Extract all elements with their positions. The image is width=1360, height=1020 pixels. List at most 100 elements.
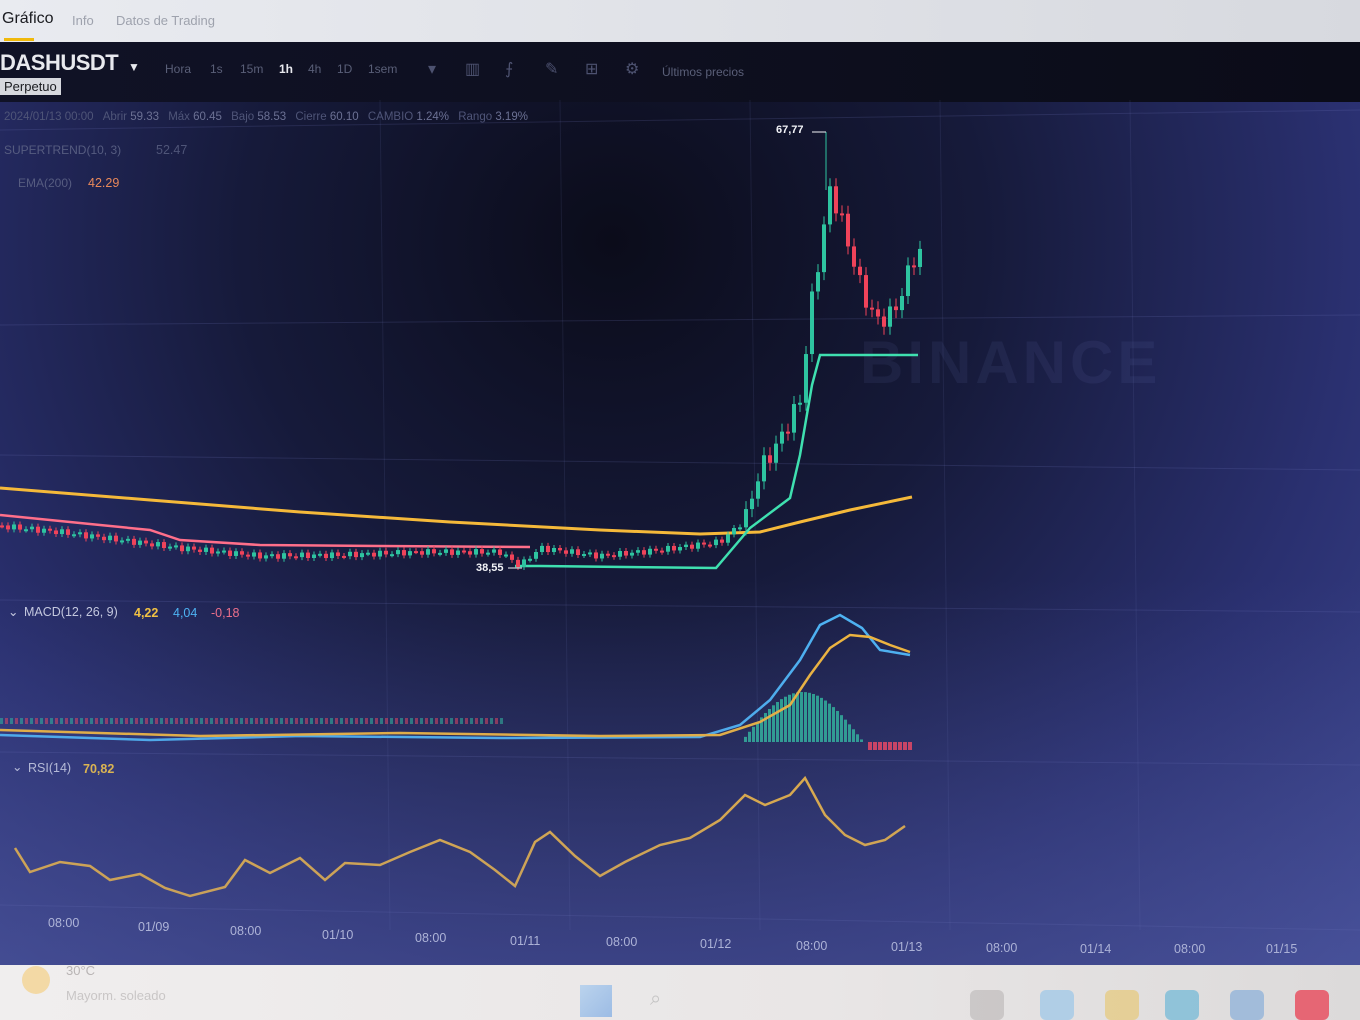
candle-body bbox=[504, 554, 508, 557]
macd-histogram-bar bbox=[490, 718, 493, 724]
time-axis-label: 08:00 bbox=[1174, 942, 1206, 956]
candle-body bbox=[762, 455, 766, 482]
macd-histogram-bar bbox=[175, 718, 178, 724]
macd-histogram-bar bbox=[270, 718, 273, 724]
candle-body bbox=[330, 552, 334, 559]
macd-histogram-bar bbox=[844, 719, 847, 742]
candle-body bbox=[90, 534, 94, 539]
candle-body bbox=[60, 529, 64, 535]
candle-body bbox=[78, 532, 82, 535]
macd-histogram-bar bbox=[215, 718, 218, 724]
macd-histogram-bar bbox=[495, 718, 498, 724]
candle-body bbox=[144, 540, 148, 544]
weather-temperature[interactable]: 30°C bbox=[66, 963, 95, 978]
macd-histogram-bar bbox=[784, 696, 787, 742]
candle-body bbox=[810, 291, 814, 355]
macd-histogram-bar bbox=[820, 697, 823, 742]
candle-body bbox=[132, 538, 136, 545]
candle-body bbox=[864, 275, 868, 308]
candle-body bbox=[774, 443, 778, 463]
candle-body bbox=[792, 404, 796, 433]
weather-description[interactable]: Mayorm. soleado bbox=[66, 988, 166, 1003]
macd-histogram-bar bbox=[410, 718, 413, 724]
macd-histogram-bar bbox=[320, 718, 323, 724]
folder-icon[interactable] bbox=[1105, 990, 1139, 1020]
candle-body bbox=[492, 549, 496, 553]
time-axis-label: 08:00 bbox=[796, 939, 828, 953]
time-axis-label: 01/14 bbox=[1080, 942, 1112, 956]
edge-browser-icon[interactable] bbox=[1165, 990, 1199, 1020]
macd-histogram-bar bbox=[305, 718, 308, 724]
macd-histogram-bar bbox=[744, 736, 747, 742]
candle-body bbox=[600, 553, 604, 559]
macd-histogram-bar bbox=[435, 718, 438, 724]
macd-histogram-bar bbox=[480, 718, 483, 724]
windows-taskbar bbox=[0, 965, 1360, 1020]
macd-histogram-bar bbox=[828, 703, 831, 742]
macd-histogram-bar bbox=[265, 718, 268, 724]
sun-icon[interactable] bbox=[22, 966, 50, 994]
macd-histogram-bar bbox=[30, 718, 33, 724]
candle-body bbox=[222, 550, 226, 553]
candle-body bbox=[138, 540, 142, 545]
macd-histogram-bar bbox=[330, 718, 333, 724]
macd-histogram-bar bbox=[50, 718, 53, 724]
macd-histogram-bar bbox=[460, 718, 463, 724]
grid-line bbox=[0, 314, 1360, 326]
candle-body bbox=[582, 554, 586, 557]
macd-histogram-bar bbox=[160, 718, 163, 724]
candle-body bbox=[216, 551, 220, 554]
time-axis-label: 08:00 bbox=[415, 931, 447, 945]
candle-body bbox=[282, 553, 286, 559]
macd-histogram-bar bbox=[425, 718, 428, 724]
candle-body bbox=[312, 554, 316, 558]
macd-histogram-bar bbox=[185, 718, 188, 724]
macd-histogram-bar bbox=[115, 718, 118, 724]
macd-histogram-bar bbox=[400, 718, 403, 724]
candle-body bbox=[780, 431, 784, 444]
candle-body bbox=[828, 186, 832, 225]
macd-histogram-bar bbox=[70, 718, 73, 724]
windows-start-icon[interactable] bbox=[580, 985, 612, 1017]
candle-body bbox=[336, 552, 340, 556]
store-icon[interactable] bbox=[1230, 990, 1264, 1020]
candle-body bbox=[756, 481, 760, 499]
candle-body bbox=[72, 534, 76, 537]
candle-body bbox=[570, 549, 574, 554]
candle-body bbox=[342, 555, 346, 558]
candle-body bbox=[396, 550, 400, 555]
candle-body bbox=[48, 528, 52, 531]
grid-line bbox=[939, 99, 951, 931]
time-axis-label: 08:00 bbox=[48, 916, 80, 930]
macd-histogram-bar bbox=[295, 718, 298, 724]
macd-histogram-bar bbox=[40, 718, 43, 724]
macd-histogram-bar bbox=[150, 718, 153, 724]
candle-body bbox=[366, 552, 370, 555]
candle-body bbox=[438, 552, 442, 555]
macd-histogram-bar bbox=[145, 718, 148, 724]
macd-pane-toggle[interactable]: ⌄ bbox=[8, 604, 18, 619]
rsi-pane-toggle[interactable]: ⌄ bbox=[12, 759, 22, 774]
time-axis-label: 08:00 bbox=[230, 924, 262, 938]
macd-histogram-bar bbox=[780, 699, 783, 742]
candle-body bbox=[846, 213, 850, 247]
candle-body bbox=[18, 524, 22, 530]
candle-body bbox=[594, 552, 598, 559]
macd-histogram-bar bbox=[888, 742, 892, 750]
candle-body bbox=[390, 554, 394, 557]
candle-body bbox=[708, 544, 712, 547]
time-axis-label: 08:00 bbox=[606, 935, 638, 949]
macd-histogram-bar bbox=[275, 718, 278, 724]
macd-histogram-bar bbox=[285, 718, 288, 724]
search-icon[interactable]: ⌕ bbox=[650, 988, 661, 1011]
candle-body bbox=[726, 534, 730, 543]
macd-histogram-bar bbox=[85, 718, 88, 724]
app-l-icon[interactable] bbox=[1295, 990, 1329, 1020]
macd-histogram-bar bbox=[420, 718, 423, 724]
price-chart[interactable] bbox=[0, 0, 1360, 965]
macd-histogram-bar bbox=[25, 718, 28, 724]
copilot-icon[interactable] bbox=[1040, 990, 1074, 1020]
file-explorer-icon[interactable] bbox=[970, 990, 1004, 1020]
candle-body bbox=[660, 550, 664, 553]
candle-body bbox=[882, 316, 886, 327]
